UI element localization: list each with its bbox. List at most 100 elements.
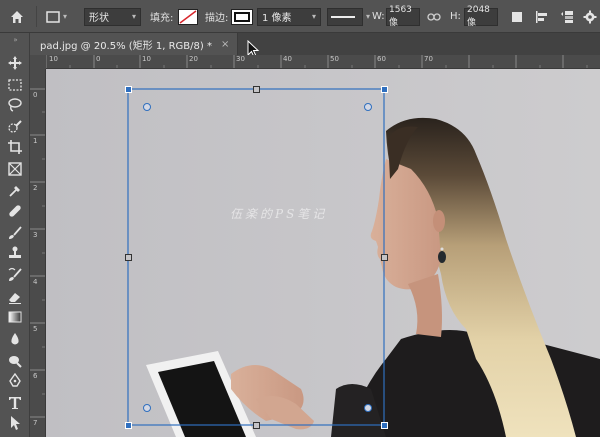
crop-tool[interactable]	[3, 137, 27, 157]
handle-middle-right[interactable]	[381, 254, 388, 261]
close-icon[interactable]: ×	[221, 39, 229, 50]
horizontal-ruler[interactable]: 10 0 10 20 30 40 50 60 70	[46, 55, 600, 69]
toolbar-collapse[interactable]: »	[3, 35, 27, 45]
move-tool[interactable]	[3, 53, 27, 73]
width-value: 1563 像	[389, 5, 412, 28]
ruler-label: 7	[33, 419, 38, 427]
ruler-label: 30	[236, 55, 245, 63]
tool-preset-picker[interactable]: ▾	[45, 0, 67, 33]
lasso-tool[interactable]	[3, 95, 27, 115]
ruler-label: 70	[424, 55, 433, 63]
path-arrangement-button[interactable]	[560, 0, 576, 33]
home-icon	[11, 10, 23, 23]
path-operations-button[interactable]	[510, 0, 524, 33]
ruler-label: 20	[189, 55, 198, 63]
path-selection-tool[interactable]	[3, 413, 27, 433]
eraser-icon	[9, 293, 21, 304]
dodge-tool[interactable]	[3, 351, 27, 371]
crop-icon	[8, 140, 22, 154]
chevron-down-icon: ▾	[366, 12, 371, 21]
type-tool[interactable]	[3, 393, 27, 413]
ruler-label: 10	[142, 55, 151, 63]
lasso-icon	[8, 98, 22, 112]
stamp-icon	[9, 246, 21, 258]
width-field[interactable]: 1563 像	[386, 5, 420, 28]
shape-mode-value: 形状	[89, 13, 109, 24]
document-tab[interactable]: pad.jpg @ 20.5% (矩形 1, RGB/8) * ×	[30, 33, 239, 55]
gradient-icon	[8, 311, 22, 323]
ruler-label: 50	[330, 55, 339, 63]
align-left-icon	[536, 10, 547, 23]
document-canvas[interactable]: 伍楽的PS笔记	[46, 69, 600, 437]
shape-mode-select[interactable]: 形状 ▾	[84, 7, 141, 26]
ruler-label: 40	[283, 55, 292, 63]
handle-top-center[interactable]	[253, 86, 260, 93]
handle-bottom-right[interactable]	[381, 422, 388, 429]
path-alignment-button[interactable]	[535, 0, 549, 33]
ruler-label: 10	[49, 55, 58, 63]
stroke-swatch[interactable]	[231, 0, 253, 33]
stroke-width-field[interactable]: 1 像素 ▾	[257, 7, 321, 26]
eyedropper-tool[interactable]	[3, 181, 27, 201]
bandage-icon	[9, 205, 21, 217]
ruler-label: 6	[33, 372, 38, 380]
stroke-label: 描边:	[205, 13, 229, 24]
corner-radius-widget-bottom-left[interactable]	[143, 404, 151, 412]
frame-icon	[8, 162, 22, 176]
gradient-tool[interactable]	[3, 307, 27, 327]
brush-icon	[9, 226, 22, 239]
height-label: H:	[450, 11, 461, 22]
handle-bottom-center[interactable]	[253, 422, 260, 429]
quick-selection-icon	[8, 120, 22, 133]
stroke-swatch-icon	[231, 8, 253, 25]
pen-tool[interactable]	[3, 371, 27, 391]
ruler-label: 0	[96, 55, 101, 63]
ruler-label: 5	[33, 325, 38, 333]
height-value: 2048 像	[467, 5, 490, 28]
brush-tool[interactable]	[3, 223, 27, 243]
chevron-down-icon: ▾	[131, 12, 136, 21]
fill-swatch[interactable]	[178, 0, 198, 33]
stroke-width-value: 1 像素	[262, 13, 292, 24]
height-field[interactable]: 2048 像	[464, 5, 498, 28]
handle-middle-left[interactable]	[125, 254, 132, 261]
healing-brush-tool[interactable]	[3, 201, 27, 221]
stroke-line-icon	[331, 15, 355, 18]
handle-bottom-left[interactable]	[125, 422, 132, 429]
corner-radius-widget-top-right[interactable]	[364, 103, 372, 111]
frame-tool[interactable]	[3, 159, 27, 179]
corner-radius-widget-top-left[interactable]	[143, 103, 151, 111]
ruler-label: 4	[33, 278, 38, 286]
dodge-icon	[9, 356, 22, 368]
arrow-cursor-icon	[11, 416, 20, 430]
eraser-tool[interactable]	[3, 287, 27, 307]
ruler-origin[interactable]	[30, 55, 46, 69]
rectangle-shape-selection	[127, 88, 385, 426]
handle-top-right[interactable]	[381, 86, 388, 93]
drop-icon	[11, 333, 19, 345]
chevron-down-icon: ▾	[311, 12, 316, 21]
settings-button[interactable]	[583, 0, 597, 33]
move-icon	[8, 56, 22, 70]
tools-panel: »	[0, 33, 30, 437]
ruler-label: 60	[377, 55, 386, 63]
home-button[interactable]	[9, 0, 25, 33]
quick-selection-tool[interactable]	[3, 117, 27, 137]
corner-radius-widget-bottom-right[interactable]	[364, 404, 372, 412]
chevron-down-icon: ▾	[63, 12, 68, 21]
eyedropper-icon	[9, 186, 20, 197]
link-dimensions-button[interactable]	[427, 0, 441, 33]
collapse-icon: »	[13, 36, 17, 44]
type-icon	[9, 397, 21, 409]
blur-tool[interactable]	[3, 329, 27, 349]
clone-stamp-tool[interactable]	[3, 243, 27, 263]
options-bar: ▾ 形状 ▾ 填充: 描边: 1 像素 ▾ ▾ W: 1563 像 H: 204…	[0, 0, 600, 33]
stroke-type-select[interactable]	[327, 7, 363, 26]
history-brush-tool[interactable]	[3, 265, 27, 285]
ruler-label: 1	[33, 137, 38, 145]
vertical-ruler[interactable]: 0 1 2 3 4 5 6 7	[30, 69, 46, 437]
marquee-tool[interactable]	[3, 75, 27, 95]
handle-top-left[interactable]	[125, 86, 132, 93]
history-brush-icon	[8, 267, 22, 281]
arrange-icon	[561, 10, 573, 23]
